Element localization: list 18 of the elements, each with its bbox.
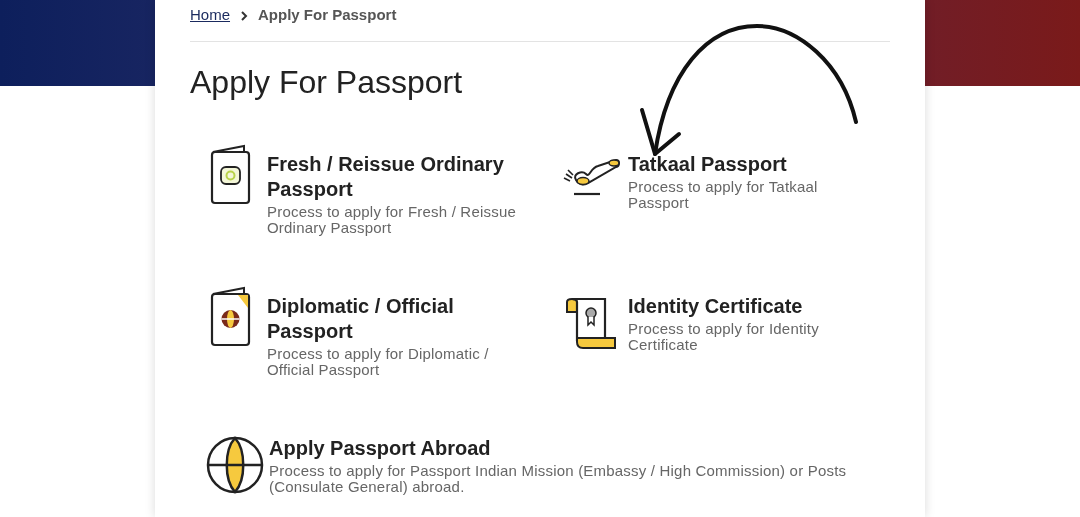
page-title: Apply For Passport [190, 63, 464, 102]
service-title[interactable]: Fresh / Reissue Ordinary Passport [267, 152, 527, 202]
breadcrumb-current: Apply For Passport [258, 5, 397, 26]
service-title[interactable]: Identity Certificate [628, 294, 828, 319]
service-title[interactable]: Tatkaal Passport [628, 152, 828, 177]
passport-icon [210, 144, 252, 206]
breadcrumb-link[interactable]: Home [190, 4, 230, 27]
service-description: Process to apply for Tatkaal Passport [628, 179, 819, 211]
chevron-icon [240, 10, 248, 21]
service-description: Process to apply for Fresh / Reissue Ordinary Passport [267, 204, 517, 236]
service-description: Process to apply for Identity Certificate [628, 321, 820, 353]
globe-icon [206, 436, 264, 494]
certificate-icon [563, 296, 619, 352]
service-description: Process to apply for Diplomatic / Official Passport [267, 346, 490, 378]
service-title[interactable]: Apply Passport Abroad [269, 436, 869, 461]
service-description: Process to apply for Passport Indian Mission (Embassy / High Commission) or Posts (Consulate General) abroad. [269, 463, 848, 495]
passport-icon [210, 286, 252, 348]
service-title[interactable]: Diplomatic / Official Passport [267, 294, 527, 344]
